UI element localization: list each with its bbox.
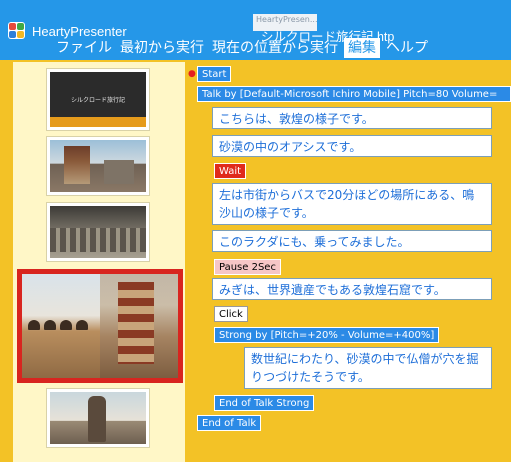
window-thumbnail-label: HeartyPresen... [256,15,318,24]
current-position-marker: ● [188,69,196,79]
speech-line[interactable]: みぎは、世界遺産でもある敦煌石窟です。 [212,278,492,300]
slide-thumbnail-4-selected[interactable] [17,269,183,383]
pause-command[interactable]: Pause 2Sec [214,259,281,275]
app-name: HeartyPresenter [32,24,127,39]
slide-thumbnail-3[interactable] [46,202,150,262]
speech-line[interactable]: このラクダにも、乗ってみました。 [212,230,492,252]
click-command[interactable]: Click [214,306,248,322]
slide-thumbnail-panel: シルクロード旅行記 [13,62,185,462]
slide-thumbnail-5[interactable] [46,388,150,448]
speech-line[interactable]: こちらは、敦煌の様子です。 [212,107,492,129]
speech-line[interactable]: 左は市街からバスで20分ほどの場所にある、鳴沙山の様子です。 [212,183,492,225]
menu-edit[interactable]: 編集 [344,38,380,58]
end-strong-command[interactable]: End of Talk Strong [214,395,315,411]
mogao-grottoes-image [100,274,178,378]
menu-help[interactable]: ヘルプ [382,38,432,58]
menu-run-from-start[interactable]: 最初から実行 [116,38,208,58]
speech-line[interactable]: 数世紀にわたり、砂漠の中で仏僧が穴を掘りつづけたそうです。 [244,347,492,389]
talk-command[interactable]: Talk by [Default-Microsoft Ichiro Mobile… [197,86,511,102]
script-editor: ● Start Talk by [Default-Microsoft Ichir… [188,62,511,462]
wait-command[interactable]: Wait [214,163,247,179]
end-talk-command[interactable]: End of Talk [197,415,262,431]
slide-thumbnail-1[interactable]: シルクロード旅行記 [46,68,150,131]
slide-thumbnail-caption: シルクロード旅行記 [70,97,125,104]
slide-thumbnail-2[interactable] [46,136,150,196]
start-command[interactable]: Start [197,66,232,82]
menu-run-from-current[interactable]: 現在の位置から実行 [208,38,342,58]
title-bar: HeartyPresenter HeartyPresen... シルクロード旅行… [0,0,511,60]
strong-command[interactable]: Strong by [Pitch=+20% - Volume=+400%] [214,327,440,343]
camel-caravan-image [22,274,100,378]
app-icon [8,22,25,39]
menu-file[interactable]: ファイル [52,38,116,58]
speech-line[interactable]: 砂漠の中のオアシスです。 [212,135,492,157]
menu-bar: ファイル 最初から実行 現在の位置から実行 編集 ヘルプ [52,38,432,58]
